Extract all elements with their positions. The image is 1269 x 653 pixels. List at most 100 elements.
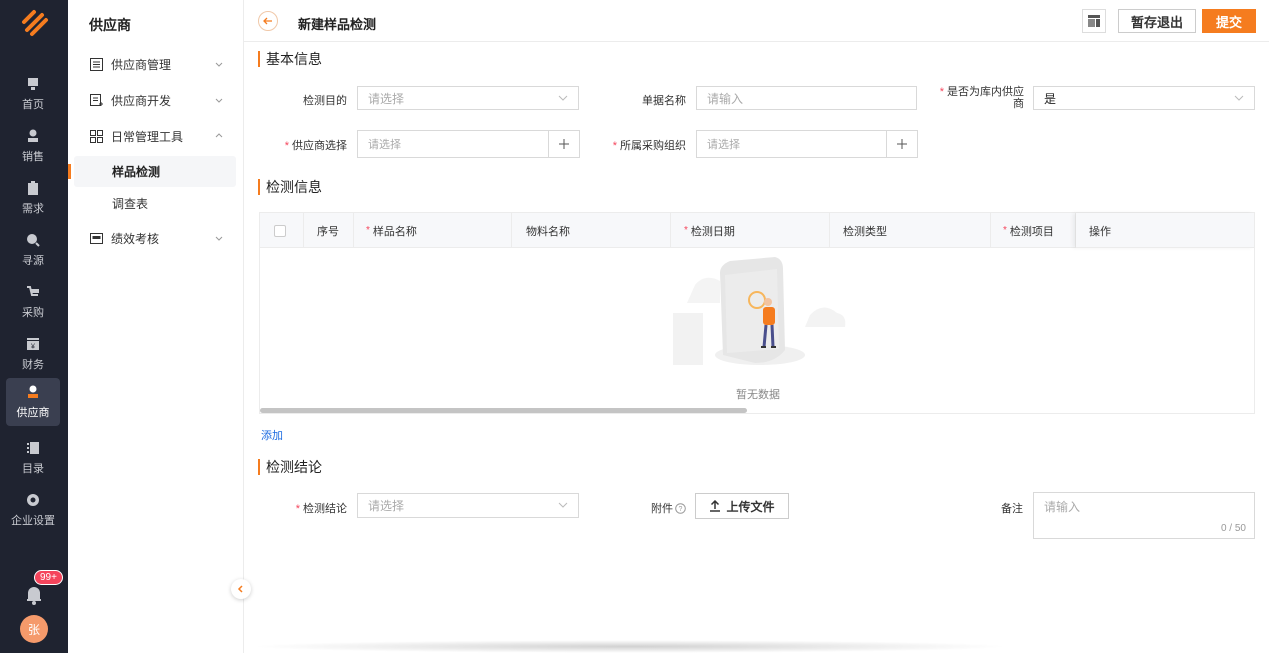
sub-item-label: 样品检测 (112, 165, 161, 179)
select-all-cell (260, 213, 304, 248)
in-library-label: * 是否为库内供应商 (939, 86, 1024, 110)
chevron-down-icon (215, 236, 223, 241)
sub-item-label: 调查表 (112, 197, 149, 211)
purpose-select[interactable]: 请选择 (357, 86, 579, 110)
notification-badge: 99+ (34, 570, 63, 585)
rail-label: 需求 (22, 203, 44, 215)
finance-icon: ¥ (27, 338, 39, 351)
rail-label: 企业设置 (11, 515, 55, 527)
app-logo-icon[interactable] (18, 6, 52, 40)
column-header: * 样品名称 (354, 213, 512, 248)
doc-name-input[interactable]: 请输入 (696, 86, 917, 110)
menu-item-daily-tools[interactable]: 日常管理工具 (68, 120, 244, 152)
rail-label: 销售 (22, 151, 44, 163)
sidebar-title: 供应商 (89, 17, 131, 33)
result-label: * 检测结论 (295, 503, 347, 515)
bell-icon[interactable] (24, 584, 44, 606)
remark-placeholder: 请输入 (1044, 500, 1081, 514)
sidebar-collapse-button[interactable] (231, 579, 251, 599)
rail-label: 首页 (22, 99, 44, 111)
menu-label: 日常管理工具 (111, 129, 184, 144)
column-header: 操作 (1076, 213, 1254, 248)
result-placeholder: 请选择 (368, 499, 405, 513)
supplier-input[interactable]: 请选择 (357, 130, 549, 158)
chevron-down-icon (215, 98, 223, 103)
remark-label: 备注 (1001, 503, 1023, 515)
performance-icon (90, 232, 103, 244)
supplier-label: * 供应商选择 (284, 140, 347, 152)
rail-item-finance[interactable]: ¥ 财务 (6, 330, 60, 378)
rail-label: 目录 (22, 463, 44, 475)
layout-button[interactable] (1082, 9, 1106, 33)
sourcing-icon (27, 234, 40, 247)
svg-text:?: ? (679, 506, 683, 513)
sub-item-survey[interactable]: 调查表 (74, 188, 236, 219)
settings-icon (27, 494, 39, 506)
sales-icon (28, 129, 38, 142)
section-title-basic: 基本信息 (258, 51, 322, 67)
plus-icon (559, 139, 569, 149)
empty-text: 暂无数据 (736, 389, 780, 401)
rail-label: 财务 (22, 359, 44, 371)
rail-item-demand[interactable]: 需求 (6, 174, 60, 222)
develop-icon (90, 93, 103, 106)
app-rail: 首页 销售 需求 寻源 采购 ¥ 财务 供应商 目录 企业设置 99+ 张 (0, 0, 68, 653)
menu-item-performance[interactable]: 绩效考核 (68, 222, 244, 254)
list-icon (90, 57, 103, 71)
submit-button[interactable]: 提交 (1202, 9, 1256, 33)
rail-item-settings[interactable]: 企业设置 (6, 486, 60, 534)
bottom-shadow (250, 640, 1010, 653)
rail-item-catalog[interactable]: 目录 (6, 434, 60, 482)
empty-illustration (673, 257, 846, 365)
doc-name-label: 单据名称 (642, 95, 686, 107)
detection-table: 序号 * 样品名称 物料名称 * 检测日期 检测类型 * 检测项目 操作 暂无数据 (259, 212, 1255, 414)
select-all-checkbox[interactable] (274, 224, 286, 237)
sub-item-sample-inspection[interactable]: 样品检测 (74, 156, 236, 187)
column-header: * 检测日期 (671, 213, 830, 248)
attachment-label: 附件 ? (640, 500, 686, 516)
catalog-icon (27, 442, 39, 454)
rail-label: 供应商 (16, 407, 50, 419)
cart-icon (27, 286, 39, 296)
page-title: 新建样品检测 (298, 17, 377, 32)
upload-icon (710, 500, 721, 512)
avatar[interactable]: 张 (20, 615, 48, 643)
menu-label: 绩效考核 (111, 231, 160, 246)
menu-item-supplier-management[interactable]: 供应商管理 (68, 48, 244, 80)
org-input[interactable]: 请选择 (696, 130, 887, 158)
plus-icon (897, 139, 907, 149)
chevron-down-icon (558, 502, 568, 508)
in-library-select[interactable]: 是 (1033, 86, 1255, 110)
rail-item-purchase[interactable]: 采购 (6, 278, 60, 326)
menu-item-supplier-development[interactable]: 供应商开发 (68, 84, 244, 116)
upload-file-button[interactable]: 上传文件 (695, 493, 789, 519)
rail-item-sourcing[interactable]: 寻源 (6, 226, 60, 274)
purpose-label: 检测目的 (303, 95, 347, 107)
result-select[interactable]: 请选择 (357, 493, 579, 518)
help-icon[interactable]: ? (675, 502, 686, 514)
purpose-placeholder: 请选择 (368, 91, 405, 106)
horizontal-scrollbar[interactable] (260, 408, 747, 413)
rail-item-home[interactable]: 首页 (6, 70, 60, 118)
save-draft-button[interactable]: 暂存退出 (1118, 9, 1196, 33)
svg-text:¥: ¥ (31, 344, 35, 351)
org-add-button[interactable] (886, 130, 918, 158)
char-counter: 0 / 50 (1220, 523, 1246, 534)
org-label: * 所属采购组织 (612, 140, 686, 152)
page-header: 新建样品检测 暂存退出 提交 (244, 0, 1269, 42)
menu-label: 供应商管理 (111, 57, 172, 72)
rail-label: 采购 (22, 307, 44, 319)
upload-label: 上传文件 (726, 499, 775, 514)
rail-item-supplier[interactable]: 供应商 (6, 378, 60, 426)
menu-label: 供应商开发 (111, 93, 172, 108)
column-header: 序号 (304, 213, 354, 248)
in-library-value: 是 (1044, 91, 1057, 106)
back-button[interactable] (258, 11, 278, 31)
remark-textarea[interactable]: 请输入 0 / 50 (1033, 492, 1255, 539)
chevron-down-icon (558, 95, 568, 101)
rail-item-sales[interactable]: 销售 (6, 122, 60, 170)
supplier-add-button[interactable] (548, 130, 580, 158)
add-row-link[interactable]: 添加 (261, 427, 283, 443)
home-icon (28, 78, 38, 90)
layout-icon (1088, 15, 1100, 27)
